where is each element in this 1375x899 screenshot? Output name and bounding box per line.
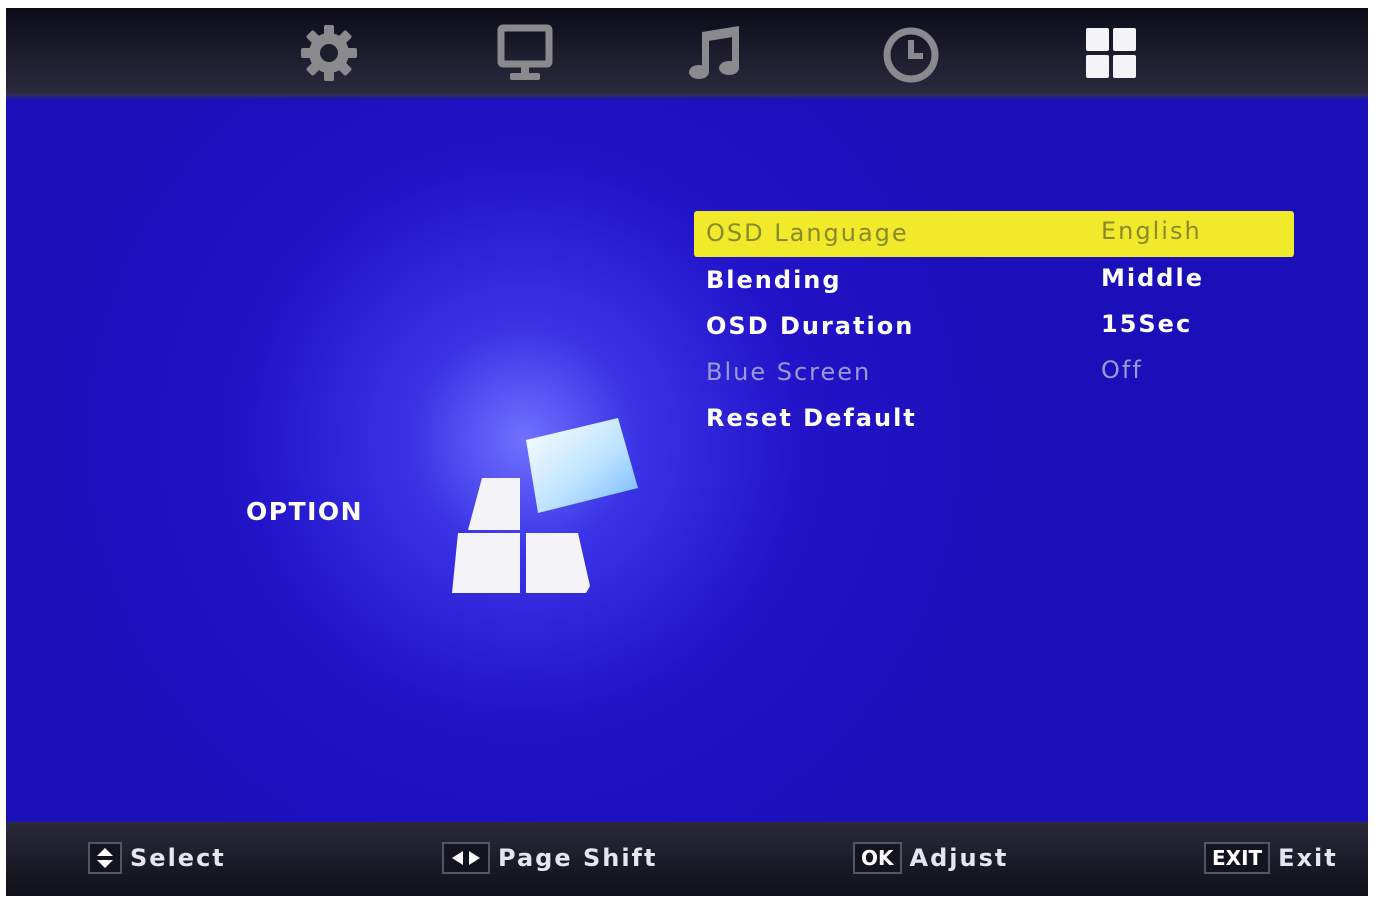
left-right-arrows-icon <box>442 842 490 874</box>
tab-time[interactable] <box>878 20 944 86</box>
menu-item-value: Middle <box>1101 264 1204 292</box>
menu-item-blending[interactable]: Blending Middle <box>694 258 1294 304</box>
exit-key: EXIT <box>1204 842 1271 874</box>
menu-item-label: OSD Duration <box>706 312 915 340</box>
ok-key: OK <box>853 842 902 874</box>
key-hint-bar: Select Page Shift OK Adjust EXIT Exit <box>6 822 1368 896</box>
hint-exit: EXIT Exit <box>1204 838 1338 878</box>
menu-item-value: Off <box>1101 356 1143 384</box>
hint-label: Select <box>130 844 226 872</box>
option-page: OPTION OSD Language English Blending Mid… <box>6 100 1368 822</box>
up-down-arrows-icon <box>88 842 122 874</box>
menu-item-reset-default[interactable]: Reset Default <box>694 396 1294 442</box>
tab-picture[interactable] <box>492 20 558 86</box>
menu-item-value: 15Sec <box>1101 310 1193 338</box>
menu-item-osd-duration[interactable]: OSD Duration 15Sec <box>694 304 1294 350</box>
grid-icon <box>1086 28 1136 78</box>
monitor-icon <box>497 24 553 80</box>
hint-select: Select <box>88 838 226 878</box>
menu-item-value: English <box>1101 217 1202 245</box>
menu-item-osd-language[interactable]: OSD Language English <box>694 211 1294 257</box>
music-note-icon <box>689 26 739 79</box>
hint-page-shift: Page Shift <box>442 838 657 878</box>
menu-item-label: Reset Default <box>706 404 917 432</box>
menu-item-label: Blending <box>706 266 842 294</box>
menu-tab-bar <box>6 8 1368 100</box>
page-title: OPTION <box>246 497 364 526</box>
tab-settings[interactable] <box>296 20 362 86</box>
menu-item-blue-screen: Blue Screen Off <box>694 350 1294 396</box>
tab-option[interactable] <box>1078 20 1144 86</box>
gear-icon <box>301 25 357 81</box>
hint-adjust: OK Adjust <box>853 838 1008 878</box>
tab-sound[interactable] <box>684 20 750 86</box>
menu-item-label: OSD Language <box>706 219 909 247</box>
option-blocks-icon <box>452 418 638 593</box>
clock-icon <box>883 27 939 83</box>
hint-label: Exit <box>1278 844 1338 872</box>
menu-item-label: Blue Screen <box>706 358 872 386</box>
osd-screen: OPTION OSD Language English Blending Mid… <box>6 8 1368 896</box>
hint-label: Page Shift <box>498 844 658 872</box>
hint-label: Adjust <box>909 844 1009 872</box>
